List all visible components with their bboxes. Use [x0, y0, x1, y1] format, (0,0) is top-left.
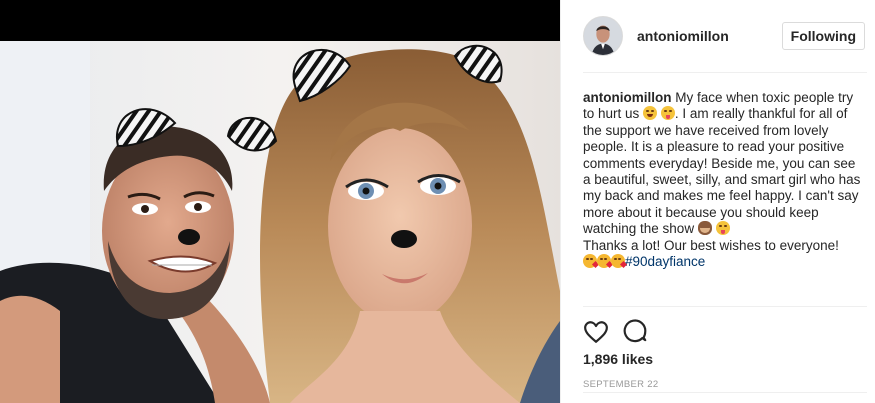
heart-icon[interactable] — [583, 319, 609, 345]
see-no-evil-monkey-emoji-icon — [697, 221, 712, 236]
tongue-face-emoji-icon — [715, 221, 730, 236]
post-media — [0, 0, 560, 403]
caption-text-3: Thanks a lot! Our best wishes to everyon… — [583, 237, 839, 253]
media-top-bar — [0, 0, 560, 41]
post-header: antoniomillon Following — [583, 0, 867, 73]
following-button[interactable]: Following — [781, 22, 865, 50]
kiss-face-emoji-icon — [597, 254, 614, 269]
tired-face-emoji-icon — [643, 106, 658, 121]
avatar[interactable] — [583, 16, 623, 56]
post-photo[interactable] — [0, 41, 560, 403]
tongue-face-emoji-icon — [660, 106, 675, 121]
post-actions-area: 1,896 likes September 22 — [583, 306, 867, 390]
post-caption: antoniomillon My face when toxic people … — [583, 73, 875, 306]
likes-count[interactable]: 1,896 likes — [583, 351, 867, 367]
action-bar — [583, 307, 867, 347]
kiss-face-emoji-icon — [583, 254, 600, 269]
post-date: September 22 — [583, 379, 659, 390]
caption-text-2: . I am really thankful for all of the su… — [583, 106, 861, 237]
post-username[interactable]: antoniomillon — [637, 28, 782, 44]
kiss-face-emoji-icon — [611, 254, 628, 269]
caption-username[interactable]: antoniomillon — [583, 90, 672, 105]
divider — [583, 392, 867, 393]
comment-icon[interactable] — [623, 319, 649, 345]
hashtag-link[interactable]: #90dayfiance — [625, 254, 705, 269]
instagram-post: antoniomillon Following antoniomillon My… — [0, 0, 875, 403]
post-side-panel: antoniomillon Following antoniomillon My… — [560, 0, 875, 403]
